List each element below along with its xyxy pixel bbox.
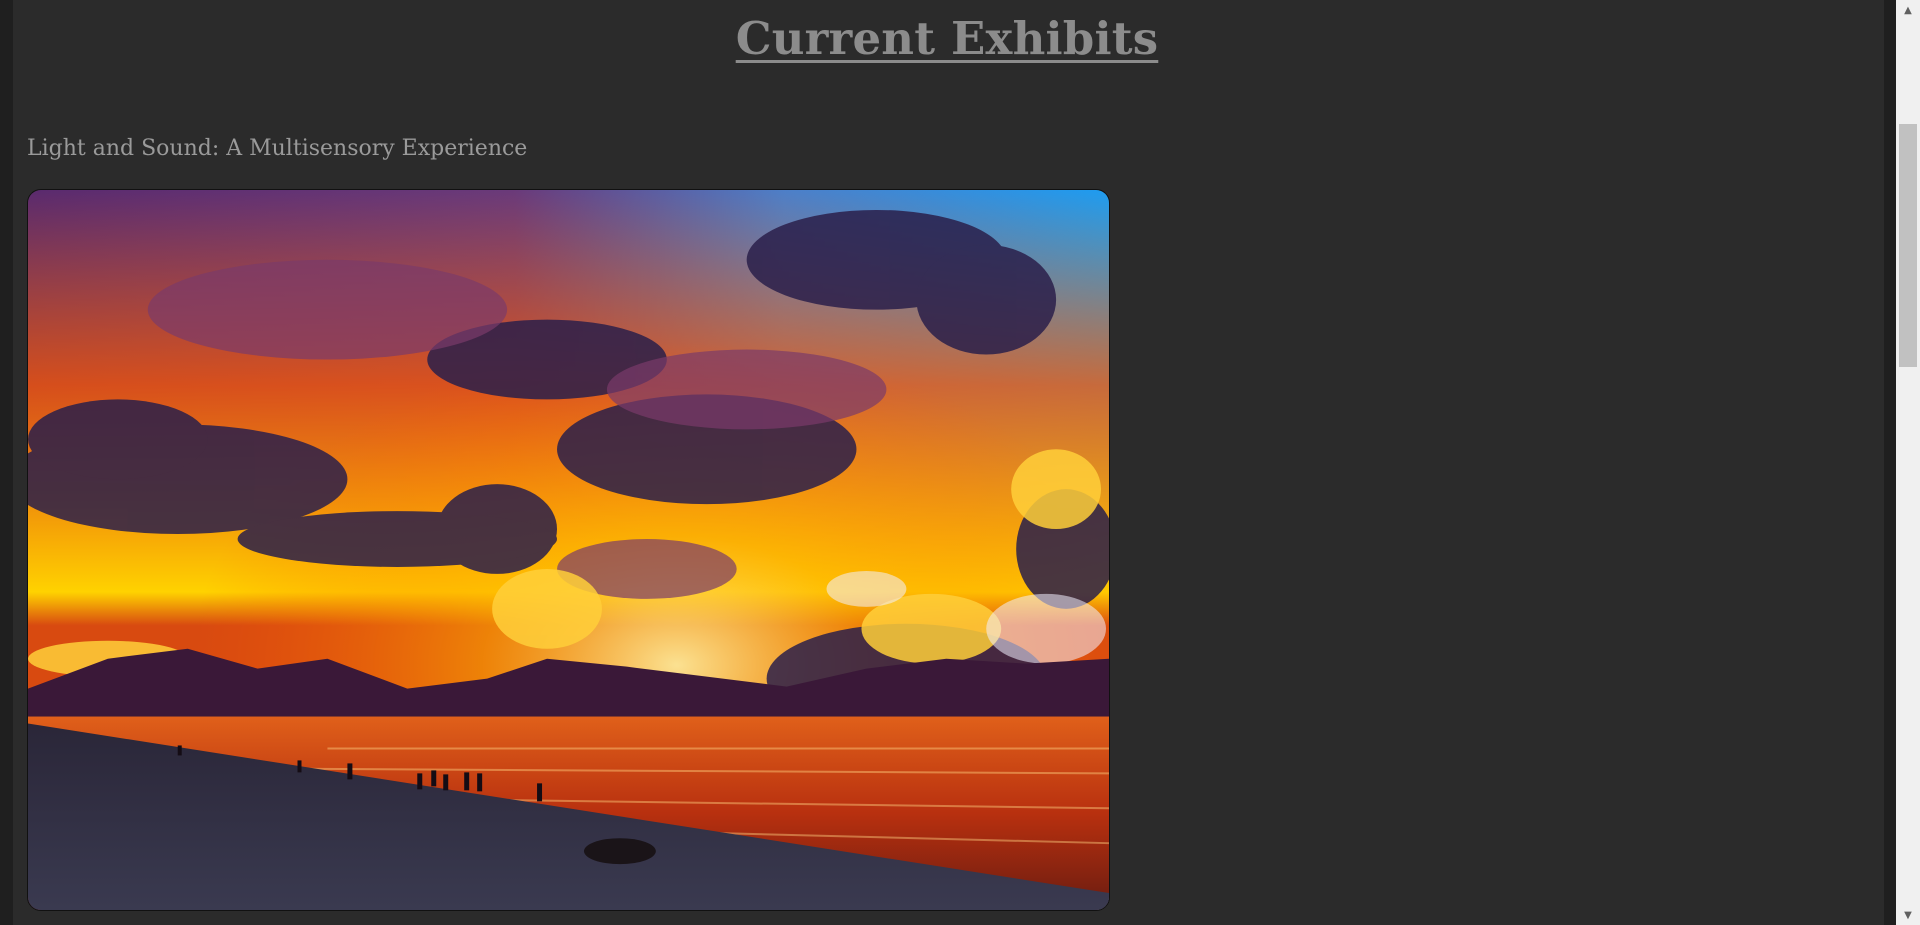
- scroll-up-arrow-icon[interactable]: ▲: [1896, 2, 1920, 18]
- right-edge-bar: [1884, 0, 1896, 925]
- exhibit-title: Light and Sound: A Multisensory Experien…: [27, 136, 528, 161]
- scroll-down-arrow-icon[interactable]: ▼: [1896, 907, 1920, 923]
- page-title: Current Exhibits: [735, 12, 1159, 65]
- page-viewport: Current Exhibits Light and Sound: A Mult…: [0, 0, 1902, 925]
- scrollbar-thumb[interactable]: [1899, 124, 1917, 367]
- exhibit-image: [27, 189, 1110, 911]
- left-edge-bar: [0, 0, 13, 925]
- vertical-scrollbar[interactable]: ▲ ▼: [1896, 0, 1920, 925]
- sunset-picture: [28, 190, 1109, 910]
